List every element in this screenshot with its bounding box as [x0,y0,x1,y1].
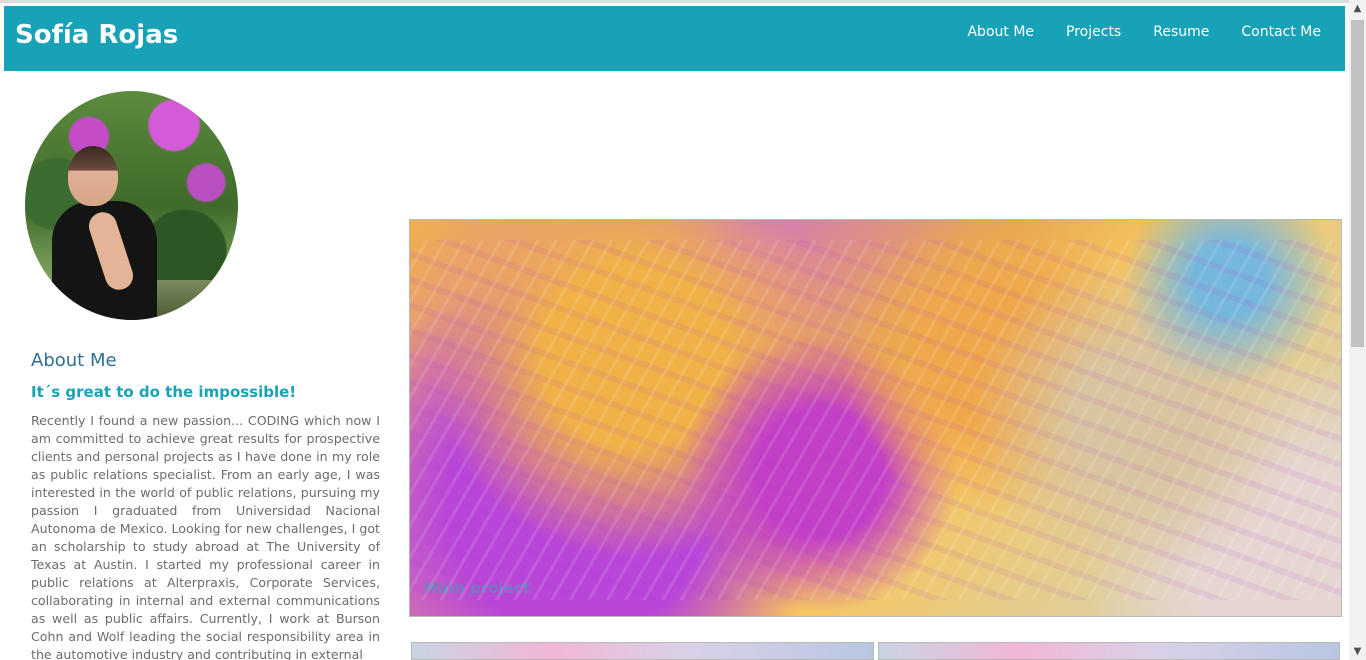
vertical-scrollbar[interactable]: ▲ ▼ [1349,0,1366,660]
about-paragraph: Recently I found a new passion... CODING… [31,413,380,660]
nav-contact-me[interactable]: Contact Me [1241,24,1321,40]
profile-photo [25,91,238,320]
scroll-up-arrow-icon[interactable]: ▲ [1352,3,1363,14]
scrollbar-thumb[interactable] [1351,20,1364,347]
about-subtitle: It´s great to do the impossible! [31,383,297,401]
site-header: Sofía Rojas About Me Projects Resume Con… [4,6,1345,71]
nav-projects[interactable]: Projects [1066,24,1121,40]
window-top-border [0,0,1366,3]
main-project-card[interactable]: Main project [409,219,1342,617]
main-navigation: About Me Projects Resume Contact Me [967,24,1321,40]
main-project-label[interactable]: Main project [424,579,530,597]
about-title: About Me [31,350,117,371]
project-thumbnail-right[interactable] [878,642,1340,660]
nav-resume[interactable]: Resume [1153,24,1209,40]
nav-about-me[interactable]: About Me [967,24,1034,40]
photo-person-head [68,146,118,206]
site-brand[interactable]: Sofía Rojas [15,20,178,50]
scroll-down-arrow-icon[interactable]: ▼ [1352,646,1363,657]
project-thumbnail-left[interactable] [411,642,874,660]
